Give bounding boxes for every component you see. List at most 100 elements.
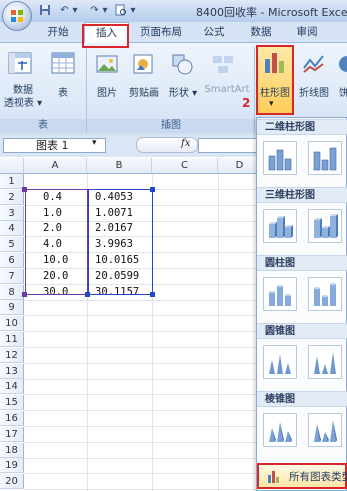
chart-subtype-thumbnail[interactable] xyxy=(308,277,342,311)
row-header[interactable]: 3 xyxy=(0,206,24,221)
undo-dropdown-icon[interactable]: ▾ xyxy=(71,4,79,17)
row-header[interactable]: 5 xyxy=(0,237,24,252)
group-label-illustrations: 插图 xyxy=(87,119,255,133)
table-button[interactable]: 表 xyxy=(50,84,76,99)
gridline xyxy=(24,426,262,427)
all-chart-types-label: 所有图表类型... xyxy=(289,471,347,483)
row-header[interactable]: 13 xyxy=(0,364,24,379)
pivot-table-icon[interactable] xyxy=(7,50,33,76)
name-box-dropdown-icon[interactable]: ▾ xyxy=(92,138,97,148)
chart-subtype-thumbnail[interactable] xyxy=(308,209,342,243)
gridline xyxy=(24,442,262,443)
gridline xyxy=(24,300,262,301)
gallery-section-header: 圆柱图 xyxy=(257,255,347,271)
row-header[interactable]: 20 xyxy=(0,474,24,489)
row-header[interactable]: 11 xyxy=(0,332,24,347)
clipart-icon[interactable] xyxy=(131,52,155,76)
shapes-button[interactable]: 形状 ▾ xyxy=(167,84,199,99)
row-header[interactable]: 6 xyxy=(0,253,24,268)
chart-subtype-thumbnail[interactable] xyxy=(263,141,297,175)
tab-formulas[interactable]: 公式 xyxy=(196,24,232,40)
pie-chart-button[interactable]: 饼 xyxy=(337,84,347,99)
name-box[interactable]: 图表 1 xyxy=(3,138,106,153)
pivot-table-button[interactable]: 数据 透视表 ▾ xyxy=(3,84,43,110)
row-header[interactable]: 8 xyxy=(0,285,24,300)
row-header[interactable]: 2 xyxy=(0,190,24,205)
selection-range-a xyxy=(25,189,88,295)
redo-dropdown-icon[interactable]: ▾ xyxy=(101,4,109,17)
row-header[interactable]: 19 xyxy=(0,458,24,473)
gallery-section-header: 圆锥图 xyxy=(257,323,347,339)
smartart-button[interactable]: SmartArt xyxy=(203,84,251,95)
column-chart-dropdown-icon[interactable]: ▾ xyxy=(269,99,279,109)
line-chart-button[interactable]: 折线图 xyxy=(296,84,332,99)
gridline xyxy=(24,347,262,348)
picture-button[interactable]: 图片 xyxy=(94,84,120,99)
quick-access-menu-icon[interactable]: ▾ xyxy=(128,4,138,17)
annotation-number-2: 2 xyxy=(242,96,251,110)
insert-function-icon[interactable]: fx xyxy=(181,138,190,149)
selection-handle[interactable] xyxy=(22,187,27,192)
chart-subtype-thumbnail[interactable] xyxy=(308,345,342,379)
gallery-section-header: 棱锥图 xyxy=(257,391,347,407)
tab-review[interactable]: 审阅 xyxy=(289,24,325,40)
gridline xyxy=(24,315,262,316)
selection-handle[interactable] xyxy=(22,292,27,297)
selection-handle[interactable] xyxy=(150,187,155,192)
gridline xyxy=(24,489,262,490)
row-header[interactable]: 1 xyxy=(0,174,24,189)
gridline xyxy=(24,473,262,474)
column-header-b[interactable]: B xyxy=(87,158,152,174)
row-header[interactable]: 10 xyxy=(0,316,24,331)
gridline xyxy=(24,363,262,364)
undo-icon[interactable]: ↶ xyxy=(58,4,71,17)
selection-range-b xyxy=(88,189,153,295)
save-icon[interactable] xyxy=(38,4,51,17)
group-label-tables: 表 xyxy=(0,119,86,133)
office-button[interactable] xyxy=(2,1,32,31)
gridline xyxy=(24,379,262,380)
chart-subtype-thumbnail[interactable] xyxy=(308,413,342,447)
formula-input[interactable] xyxy=(198,138,262,153)
row-header[interactable]: 17 xyxy=(0,427,24,442)
column-chart-label: 柱形图 xyxy=(260,88,290,99)
selection-handle[interactable] xyxy=(150,292,155,297)
tab-page-layout[interactable]: 页面布局 xyxy=(133,24,189,40)
chart-types-icon xyxy=(268,471,279,483)
column-header-c[interactable]: C xyxy=(152,158,218,174)
line-chart-icon[interactable] xyxy=(302,52,326,74)
pie-chart-icon[interactable] xyxy=(337,54,347,74)
tab-insert-highlight xyxy=(82,24,129,48)
gridline xyxy=(24,331,262,332)
tab-home[interactable]: 开始 xyxy=(40,24,76,40)
name-box-value: 图表 1 xyxy=(36,139,69,152)
chart-subtype-thumbnail[interactable] xyxy=(308,141,342,175)
column-header-a[interactable]: A xyxy=(24,158,87,174)
chart-subtype-thumbnail[interactable] xyxy=(263,413,297,447)
office-logo-icon xyxy=(11,10,23,22)
table-icon[interactable] xyxy=(50,50,76,76)
shapes-icon[interactable] xyxy=(170,52,194,76)
gridline xyxy=(24,410,262,411)
row-header[interactable]: 4 xyxy=(0,221,24,236)
row-header[interactable]: 18 xyxy=(0,443,24,458)
row-header[interactable]: 14 xyxy=(0,379,24,394)
all-chart-types-button[interactable]: 所有图表类型... xyxy=(257,463,347,489)
row-header[interactable]: 9 xyxy=(0,300,24,315)
select-all-corner[interactable] xyxy=(0,158,24,174)
chart-subtype-thumbnail[interactable] xyxy=(263,345,297,379)
chart-subtype-thumbnail[interactable] xyxy=(263,277,297,311)
print-preview-icon[interactable] xyxy=(114,4,127,17)
row-header[interactable]: 16 xyxy=(0,411,24,426)
tab-data[interactable]: 数据 xyxy=(243,24,279,40)
redo-icon[interactable]: ↷ xyxy=(88,4,101,17)
clipart-button[interactable]: 剪贴画 xyxy=(124,84,164,99)
picture-icon[interactable] xyxy=(95,52,119,76)
gridline xyxy=(24,394,262,395)
selection-handle[interactable] xyxy=(85,292,90,297)
row-header[interactable]: 7 xyxy=(0,269,24,284)
row-header[interactable]: 15 xyxy=(0,395,24,410)
chart-subtype-thumbnail[interactable] xyxy=(263,209,297,243)
smartart-icon[interactable] xyxy=(211,52,235,76)
row-header[interactable]: 12 xyxy=(0,348,24,363)
